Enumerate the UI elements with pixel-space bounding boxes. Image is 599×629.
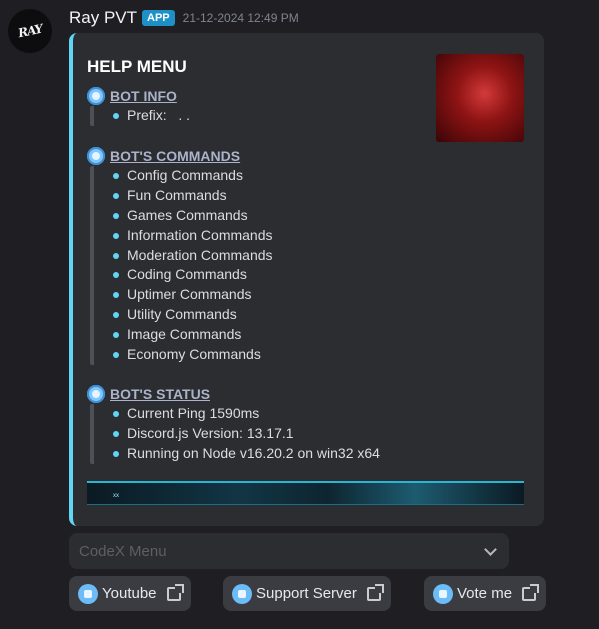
list-item: Prefix: . . [111, 106, 190, 126]
gear-icon [87, 385, 105, 403]
support-icon [232, 583, 252, 604]
embed-title: HELP MENU [87, 57, 187, 76]
chevron-down-icon [484, 543, 497, 556]
app-badge: APP [142, 10, 175, 26]
list-item: Economy Commands [111, 345, 273, 365]
list-item: Uptimer Commands [111, 285, 273, 305]
button-label: Vote me [457, 585, 513, 602]
external-link-icon [166, 583, 184, 601]
section-header-bot-status: BOT'S STATUS [87, 385, 210, 403]
select-placeholder: CodeX Menu [79, 542, 167, 560]
list-item: Coding Commands [111, 265, 273, 285]
list-item: Discord.js Version: 13.17.1 [111, 424, 380, 444]
section-header-bot-commands: BOT'S COMMANDS [87, 147, 240, 165]
list-item: Current Ping 1590ms [111, 404, 380, 424]
section-body-bot-commands: Config Commands Fun Commands Games Comma… [90, 166, 273, 365]
external-link-icon [366, 583, 384, 601]
list-item: Information Commands [111, 226, 273, 246]
button-label: Youtube [102, 585, 157, 602]
section-body-bot-info: Prefix: . . [90, 106, 190, 126]
button-label: Support Server [256, 585, 357, 602]
list-item: Games Commands [111, 206, 273, 226]
list-item: Image Commands [111, 325, 273, 345]
avatar[interactable]: RAY [8, 9, 52, 53]
list-item: Config Commands [111, 166, 273, 186]
timestamp: 21-12-2024 12:49 PM [182, 11, 299, 25]
youtube-button[interactable]: Youtube [69, 576, 191, 611]
embed-banner-image[interactable]: xx [87, 481, 524, 505]
section-label: BOT'S COMMANDS [110, 148, 241, 164]
list-item: Utility Commands [111, 305, 273, 325]
banner-text: xx [113, 493, 119, 499]
support-server-button[interactable]: Support Server [223, 576, 391, 611]
gear-icon [87, 147, 105, 165]
section-header-bot-info: BOT INFO [87, 87, 177, 105]
list-item: Moderation Commands [111, 246, 273, 266]
help-embed: HELP MENU BOT INFO Prefix: . . BOT'S COM… [69, 33, 544, 526]
youtube-icon [78, 583, 98, 604]
section-label: BOT INFO [110, 88, 177, 104]
gear-icon [87, 87, 105, 105]
list-item: Running on Node v16.20.2 on win32 x64 [111, 444, 380, 464]
list-item: Fun Commands [111, 186, 273, 206]
avatar-text: RAY [16, 21, 44, 41]
codex-menu-select[interactable]: CodeX Menu [69, 533, 509, 569]
embed-thumbnail[interactable] [436, 54, 524, 142]
section-body-bot-status: Current Ping 1590ms Discord.js Version: … [90, 404, 380, 464]
message-header: Ray PVT APP 21-12-2024 12:49 PM [69, 8, 299, 28]
vote-me-button[interactable]: Vote me [424, 576, 547, 611]
vote-icon [433, 583, 453, 604]
message: RAY Ray PVT APP 21-12-2024 12:49 PM HELP… [0, 0, 599, 629]
section-label: BOT'S STATUS [110, 386, 211, 402]
username[interactable]: Ray PVT [69, 8, 137, 28]
external-link-icon [522, 583, 540, 601]
